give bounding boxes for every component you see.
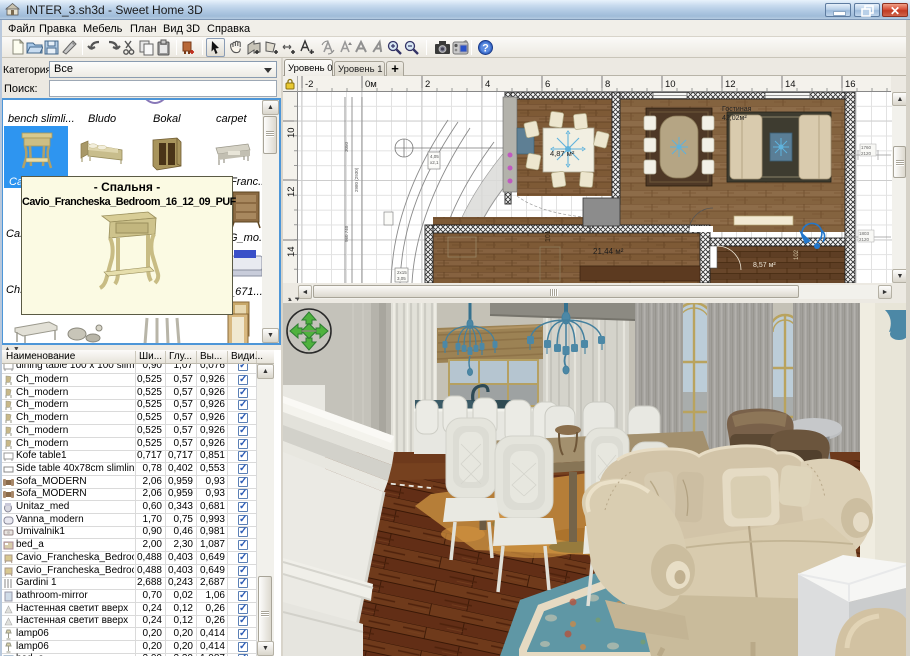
svg-text:8,57 м²: 8,57 м² [753,262,776,269]
svg-text:2x15: 2x15 [397,270,407,275]
svg-text:12: 12 [725,79,736,90]
svg-text:102: 102 [794,249,800,260]
svg-text:6: 6 [545,79,550,90]
svg-text:4,05: 4,05 [430,154,439,159]
svg-text:14: 14 [286,246,297,257]
svg-text:42,02м²: 42,02м² [722,115,747,122]
svg-text:960 740: 960 740 [344,225,349,242]
svg-text:2: 2 [425,79,430,90]
svg-text:101: 101 [545,230,552,242]
svg-text:1760: 1760 [861,145,872,150]
svg-text:2120: 2120 [861,151,872,156]
svg-text:0м: 0м [365,79,377,90]
svg-text:8: 8 [605,79,610,90]
svg-text:21,44 м²: 21,44 м² [593,247,624,256]
svg-text:10: 10 [665,79,676,90]
svg-text:2120: 2120 [859,237,870,242]
svg-text:Гостиная: Гостиная [722,106,752,113]
svg-text:?: ? [482,43,489,55]
svg-text:16: 16 [845,79,856,90]
svg-text:1803: 1803 [859,231,870,236]
svg-text:-2: -2 [305,79,313,90]
svg-text:2980 (2930): 2980 (2930) [354,167,359,192]
svg-text:10: 10 [286,127,297,138]
svg-text:14: 14 [785,79,796,90]
svg-text:x2,1: x2,1 [430,160,439,165]
svg-text:3,05: 3,05 [397,276,406,281]
svg-text:4,87 м²: 4,87 м² [550,149,575,158]
svg-text:4: 4 [485,79,490,90]
svg-text:3050: 3050 [344,141,349,152]
